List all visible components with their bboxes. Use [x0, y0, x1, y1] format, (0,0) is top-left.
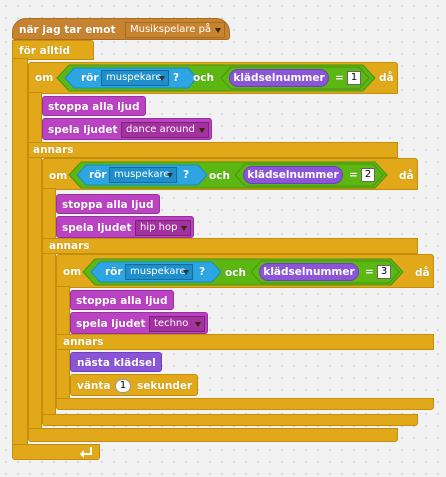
- costume-number-reporter[interactable]: klädselnummer: [243, 166, 343, 184]
- play-sound-block-3[interactable]: spela ljudet techno: [70, 312, 208, 334]
- touch-target-dropdown[interactable]: muspekare: [101, 70, 169, 86]
- sound-dropdown-2[interactable]: hip hop: [135, 220, 191, 236]
- play-sound-label: spela ljudet: [62, 222, 132, 234]
- touch-target-value: muspekare: [106, 72, 162, 83]
- compare-value: 1: [350, 72, 358, 83]
- wait-seconds-value: 1: [119, 380, 127, 391]
- equals-sign: =: [335, 72, 344, 84]
- costume-number-reporter[interactable]: klädselnummer: [229, 69, 329, 87]
- play-sound-label: spela ljudet: [76, 318, 146, 330]
- else-bar-1: annars: [28, 142, 398, 158]
- else-label: annars: [49, 240, 90, 252]
- forever-bottom: [12, 444, 100, 460]
- play-sound-label: spela ljudet: [48, 124, 118, 136]
- play-sound-block-2[interactable]: spela ljudet hip hop: [56, 216, 194, 238]
- sound-value: dance around: [126, 124, 195, 135]
- then-label: då: [379, 72, 394, 84]
- equals-sign: =: [349, 169, 358, 181]
- if1-bottom: [28, 428, 398, 442]
- else-bar-2: annars: [42, 238, 418, 254]
- wait-seconds-input[interactable]: 1: [115, 379, 131, 393]
- stop-all-sounds-label: stoppa alla ljud: [62, 199, 154, 211]
- if-else-block-2[interactable]: om rör muspekare ? och klädselnummer = 2…: [42, 158, 418, 190]
- question-mark: ?: [199, 266, 206, 278]
- seconds-label: sekunder: [137, 380, 193, 392]
- stop-all-sounds-label: stoppa alla ljud: [76, 295, 168, 307]
- if3-bottom: [56, 398, 434, 410]
- compare-value-input[interactable]: 3: [377, 265, 391, 279]
- compare-value-input[interactable]: 1: [347, 71, 361, 85]
- forever-label: för alltid: [19, 45, 71, 57]
- and-label: och: [225, 267, 246, 279]
- then-label: då: [415, 267, 430, 279]
- sound-dropdown-1[interactable]: dance around: [121, 122, 209, 138]
- sound-dropdown-3[interactable]: techno: [149, 316, 205, 332]
- question-mark: ?: [183, 169, 190, 181]
- if-label: om: [63, 266, 82, 278]
- dropdown-arrow-icon: [183, 270, 189, 275]
- wait-block[interactable]: vänta 1 sekunder: [70, 374, 198, 396]
- loop-arrow-icon: [80, 447, 92, 458]
- dropdown-arrow-icon: [181, 226, 187, 231]
- else-label: annars: [63, 336, 104, 348]
- compare-value-input[interactable]: 2: [361, 168, 375, 182]
- costume-reporter-label: klädselnummer: [233, 72, 325, 84]
- costume-reporter-label: klädselnummer: [247, 169, 339, 181]
- dropdown-arrow-icon: [167, 173, 173, 178]
- touching-label: rör: [89, 169, 107, 181]
- next-costume-block[interactable]: nästa klädsel: [70, 352, 162, 372]
- hat-label: när jag tar emot: [19, 24, 116, 36]
- compare-value: 3: [380, 266, 388, 277]
- costume-reporter-label: klädselnummer: [263, 266, 355, 278]
- dropdown-arrow-icon: [215, 28, 221, 33]
- dropdown-arrow-icon: [195, 322, 201, 327]
- forever-arm: [12, 58, 28, 446]
- and-label: och: [193, 72, 214, 84]
- hat-block-when-receive[interactable]: när jag tar emot Musikspelare på: [12, 18, 230, 40]
- next-costume-label: nästa klädsel: [77, 357, 156, 369]
- if-label: om: [49, 170, 68, 182]
- dropdown-arrow-icon: [159, 76, 165, 81]
- costume-number-reporter[interactable]: klädselnummer: [259, 263, 359, 281]
- compare-value: 2: [364, 169, 372, 180]
- if2-bottom: [42, 414, 418, 426]
- else-label: annars: [33, 144, 74, 156]
- else-bar-3: annars: [56, 334, 434, 350]
- if2-arm: [42, 188, 56, 422]
- play-sound-block-1[interactable]: spela ljudet dance around: [42, 118, 212, 140]
- touch-target-value: muspekare: [114, 169, 170, 180]
- touching-label: rör: [105, 266, 123, 278]
- stop-all-sounds-label: stoppa alla ljud: [48, 101, 140, 113]
- message-dropdown[interactable]: Musikspelare på: [125, 22, 225, 38]
- stop-all-sounds-block-3[interactable]: stoppa alla ljud: [70, 290, 174, 310]
- then-label: då: [399, 170, 414, 182]
- if-else-block-1[interactable]: om rör muspekare ? och klädselnummer = 1…: [28, 62, 398, 94]
- wait-label: vänta: [77, 380, 111, 392]
- touch-target-dropdown[interactable]: muspekare: [125, 264, 193, 280]
- stop-all-sounds-block-2[interactable]: stoppa alla ljud: [56, 194, 160, 214]
- sound-value: techno: [154, 318, 189, 329]
- stop-all-sounds-block-1[interactable]: stoppa alla ljud: [42, 96, 146, 116]
- question-mark: ?: [173, 72, 180, 84]
- touch-target-dropdown[interactable]: muspekare: [109, 167, 177, 183]
- forever-block[interactable]: för alltid: [12, 40, 94, 60]
- touch-target-value: muspekare: [130, 266, 186, 277]
- message-value: Musikspelare på: [130, 24, 212, 35]
- touching-label: rör: [81, 72, 99, 84]
- sound-value: hip hop: [140, 222, 178, 233]
- dropdown-arrow-icon: [199, 128, 205, 133]
- equals-sign: =: [365, 266, 374, 278]
- and-label: och: [209, 170, 230, 182]
- if-else-block-3[interactable]: om rör muspekare ? och klädselnummer = 3…: [56, 254, 434, 288]
- if-label: om: [35, 72, 54, 84]
